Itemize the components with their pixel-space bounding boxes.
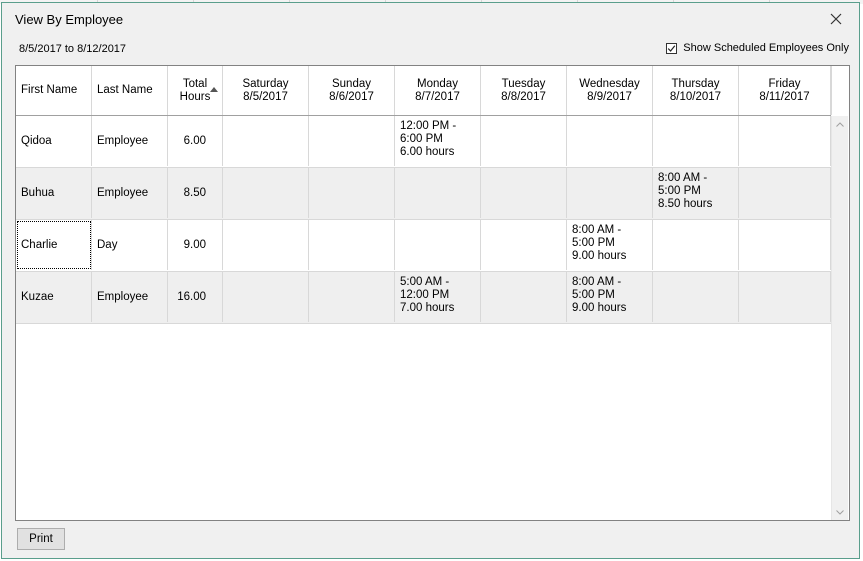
column-header-date: 8/7/2017 [415,90,460,103]
schedule-cell-monday[interactable]: 12:00 PM - 6:00 PM 6.00 hours [395,116,481,166]
total-hours-cell[interactable]: 9.00 [168,220,223,270]
schedule-cell-saturday[interactable] [223,272,309,322]
column-header-day: Friday [768,77,801,90]
column-header-sunday[interactable]: Sunday 8/6/2017 [309,66,395,115]
column-header-friday[interactable]: Friday 8/11/2017 [739,66,831,115]
checkmark-icon [668,44,676,52]
show-scheduled-option[interactable]: Show Scheduled Employees Only [666,42,849,54]
first-name-cell[interactable]: Buhua [16,168,92,218]
schedule-cell-tuesday[interactable] [481,220,567,270]
schedule-cell-sunday[interactable] [309,168,395,218]
column-header-date: 8/5/2017 [243,90,288,103]
show-scheduled-label: Show Scheduled Employees Only [683,42,849,54]
schedule-cell-sunday[interactable] [309,220,395,270]
schedule-cell-wednesday[interactable]: 8:00 AM - 5:00 PM 9.00 hours [567,220,653,270]
first-name-cell[interactable]: Qidoa [16,116,92,166]
first-name-cell[interactable]: Kuzae [16,272,92,322]
column-header-wednesday[interactable]: Wednesday 8/9/2017 [567,66,653,115]
last-name-cell[interactable]: Employee [92,168,168,218]
total-hours-cell[interactable]: 16.00 [168,272,223,322]
last-name-cell[interactable]: Employee [92,116,168,166]
print-button[interactable]: Print [17,528,65,550]
schedule-cell-monday[interactable]: 5:00 AM - 12:00 PM 7.00 hours [395,272,481,322]
schedule-cell-monday[interactable] [395,168,481,218]
schedule-cell-thursday[interactable] [653,220,739,270]
column-header-date: 8/10/2017 [669,90,722,103]
schedule-grid: First Name Last Name Total Hours Saturda… [15,65,850,521]
sort-ascending-icon [210,87,218,92]
schedule-cell-saturday[interactable] [223,168,309,218]
first-name-cell[interactable]: Charlie [16,220,92,270]
table-row[interactable]: Kuzae Employee 16.00 5:00 AM - 12:00 PM … [16,272,831,324]
table-row[interactable]: Charlie Day 9.00 8:00 AM - 5:00 PM 9.00 … [16,220,831,272]
schedule-cell-sunday[interactable] [309,116,395,166]
scroll-down-button[interactable] [835,507,845,517]
schedule-cell-tuesday[interactable] [481,272,567,322]
total-hours-cell[interactable]: 6.00 [168,116,223,166]
header-corner [831,66,849,115]
date-range-label: 8/5/2017 to 8/12/2017 [19,43,127,55]
schedule-cell-thursday[interactable] [653,116,739,166]
column-header-thursday[interactable]: Thursday 8/10/2017 [653,66,739,115]
table-row[interactable]: Qidoa Employee 6.00 12:00 PM - 6:00 PM 6… [16,116,831,168]
schedule-cell-friday[interactable] [739,168,831,218]
chevron-up-icon [836,121,844,127]
total-hours-cell[interactable]: 8.50 [168,168,223,218]
close-button[interactable] [823,7,849,31]
last-name-cell[interactable]: Employee [92,272,168,322]
column-header-total-hours[interactable]: Total Hours [168,66,223,115]
schedule-cell-tuesday[interactable] [481,116,567,166]
schedule-cell-wednesday[interactable] [567,168,653,218]
column-header-day: Monday [417,77,458,90]
close-icon [830,13,842,25]
view-by-employee-dialog: View By Employee 8/5/2017 to 8/12/2017 S… [1,2,860,559]
schedule-cell-wednesday[interactable] [567,116,653,166]
column-header-label: Hours [179,90,211,103]
schedule-cell-saturday[interactable] [223,220,309,270]
column-header-label: Total [182,77,208,90]
column-header-date: 8/11/2017 [759,90,810,103]
schedule-cell-friday[interactable] [739,220,831,270]
column-header-date: 8/6/2017 [329,90,374,103]
table-row[interactable]: Buhua Employee 8.50 8:00 AM - 5:00 PM 8.… [16,168,831,220]
column-header-last-name[interactable]: Last Name [92,66,168,115]
column-header-saturday[interactable]: Saturday 8/5/2017 [223,66,309,115]
show-scheduled-checkbox[interactable] [666,42,678,54]
schedule-cell-thursday[interactable]: 8:00 AM - 5:00 PM 8.50 hours [653,168,739,218]
column-header-label: First Name [21,84,78,96]
column-header-day: Sunday [331,77,371,90]
scroll-up-button[interactable] [835,119,845,129]
schedule-cell-thursday[interactable] [653,272,739,322]
vertical-scrollbar[interactable] [831,116,848,520]
chevron-down-icon [836,509,844,515]
column-header-date: 8/9/2017 [587,90,632,103]
column-header-monday[interactable]: Monday 8/7/2017 [395,66,481,115]
grid-header: First Name Last Name Total Hours Saturda… [16,66,831,116]
schedule-cell-saturday[interactable] [223,116,309,166]
last-name-cell[interactable]: Day [92,220,168,270]
column-header-first-name[interactable]: First Name [16,66,92,115]
column-header-day: Tuesday [501,77,546,90]
schedule-cell-monday[interactable] [395,220,481,270]
column-header-day: Saturday [242,77,289,90]
grid-body: Qidoa Employee 6.00 12:00 PM - 6:00 PM 6… [16,116,831,324]
column-header-day: Thursday [671,77,720,90]
schedule-cell-wednesday[interactable]: 8:00 AM - 5:00 PM 9.00 hours [567,272,653,322]
column-header-date: 8/8/2017 [501,90,546,103]
schedule-cell-friday[interactable] [739,116,831,166]
column-header-day: Wednesday [579,77,640,90]
schedule-cell-friday[interactable] [739,272,831,322]
schedule-cell-sunday[interactable] [309,272,395,322]
column-header-tuesday[interactable]: Tuesday 8/8/2017 [481,66,567,115]
column-header-label: Last Name [97,84,153,96]
dialog-title: View By Employee [15,12,124,27]
schedule-cell-tuesday[interactable] [481,168,567,218]
